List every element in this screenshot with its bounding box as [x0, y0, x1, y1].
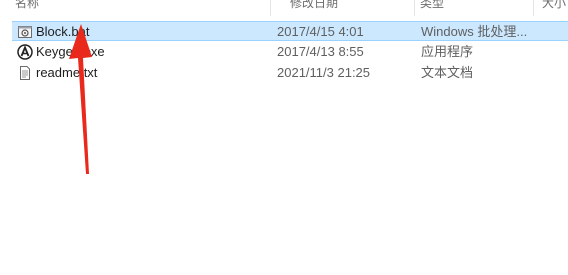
file-date: 2017/4/13 8:55 [277, 44, 364, 59]
file-date: 2017/4/15 4:01 [277, 24, 364, 39]
file-row-keygen-exe[interactable]: Keygen.exe 2017/4/13 8:55 应用程序 [12, 42, 568, 62]
column-header-name[interactable]: 名称 [0, 0, 39, 15]
batch-file-icon [17, 24, 33, 40]
file-type: 文本文档 [421, 65, 474, 80]
file-row-block-bat[interactable]: Block.bat 2017/4/15 4:01 Windows 批处理... [12, 21, 568, 41]
column-header-type[interactable]: 类型 [405, 0, 444, 15]
column-divider[interactable] [270, 0, 271, 16]
column-header-bar: 名称 修改日期 类型 大小 [0, 0, 568, 16]
file-date: 2021/11/3 21:25 [277, 65, 371, 80]
keygen-app-icon [17, 44, 33, 60]
file-row-readme-txt[interactable]: readme.txt 2021/11/3 21:25 文本文档 [12, 63, 568, 83]
column-header-size[interactable]: 大小 [527, 0, 566, 15]
column-header-date[interactable]: 修改日期 [275, 0, 338, 15]
file-name: readme.txt [36, 65, 98, 80]
file-type: Windows 批处理... [421, 24, 528, 39]
file-name: Block.bat [36, 24, 90, 39]
file-name: Keygen.exe [36, 44, 105, 59]
text-file-icon [17, 65, 33, 81]
file-type: 应用程序 [421, 44, 474, 59]
